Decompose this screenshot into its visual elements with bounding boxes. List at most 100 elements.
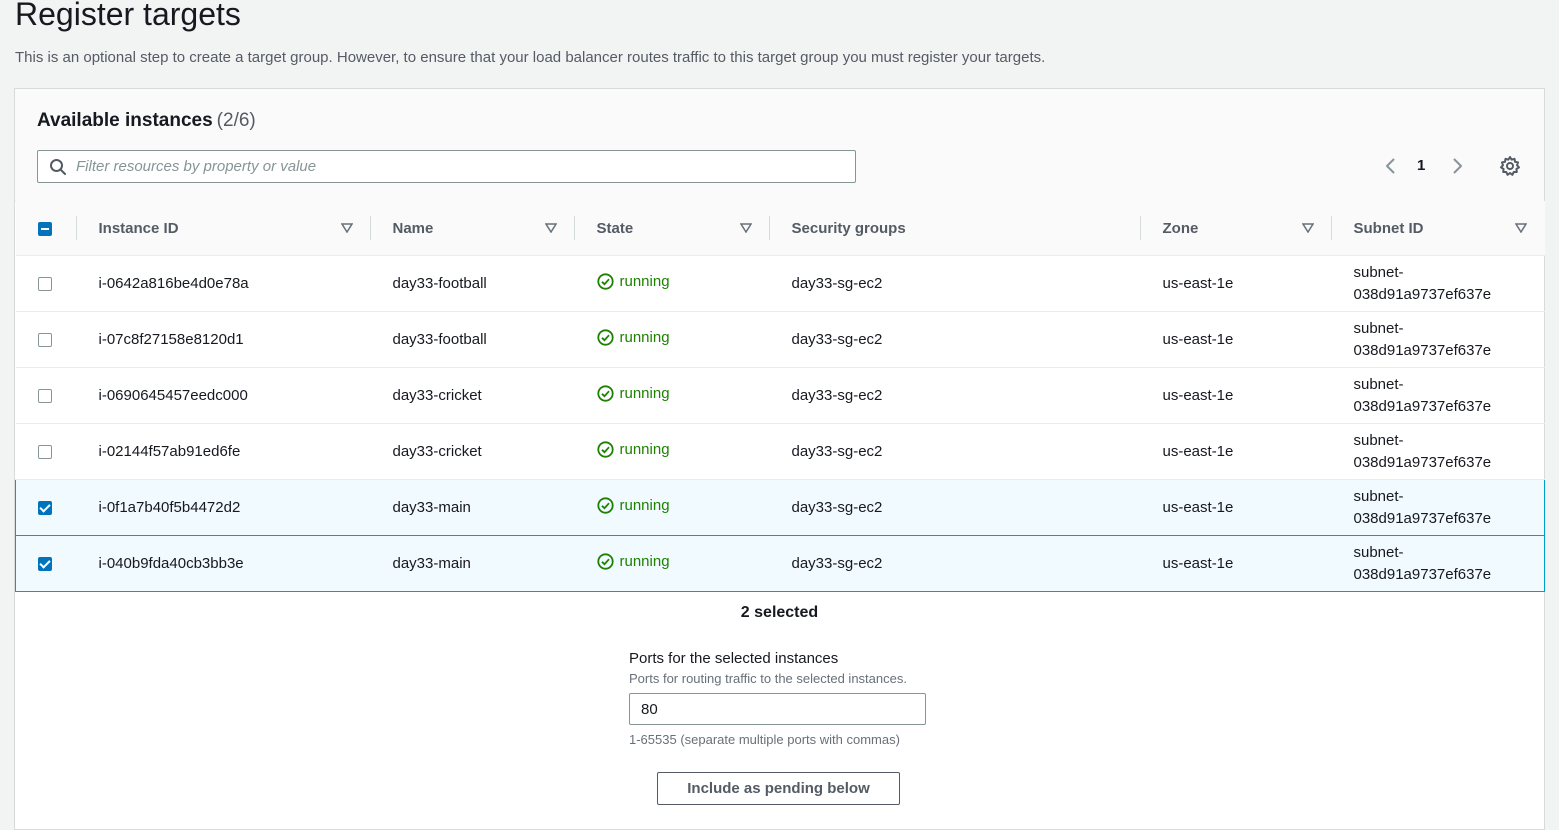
table-row[interactable]: i-0642a816be4d0e78a day33-football runni…	[15, 255, 1545, 312]
status-running: running	[596, 553, 670, 570]
gear-icon[interactable]	[1499, 155, 1521, 177]
instance-id: i-02144f57ab91ed6fe	[98, 443, 241, 460]
chevron-left-icon[interactable]	[1381, 155, 1401, 177]
table-header-row: Instance ID Name State Security groups Z…	[15, 201, 1545, 256]
instance-name: day33-cricket	[392, 443, 482, 460]
instances-table: Instance ID Name State Security groups Z…	[15, 201, 1545, 592]
panel-count: (2/6)	[216, 110, 256, 131]
include-as-pending-button[interactable]: Include as pending below	[657, 772, 900, 805]
column-header-label: Instance ID	[98, 219, 179, 237]
subnet-id-line1: subnet-	[1353, 543, 1404, 561]
column-header-label: Name	[392, 219, 434, 237]
column-header-zone[interactable]: Zone	[1140, 201, 1332, 256]
table-row[interactable]: i-07c8f27158e8120d1 day33-football runni…	[15, 311, 1545, 368]
subnet-id-line2: 038d91a9737ef637e	[1353, 397, 1492, 415]
state-label: running	[619, 497, 670, 514]
subnet-id-line1: subnet-	[1353, 263, 1404, 281]
column-header-state[interactable]: State	[574, 201, 770, 256]
page-number[interactable]: 1	[1417, 157, 1425, 174]
subnet-id: subnet- 038d91a9737ef637e	[1332, 486, 1545, 530]
search-input[interactable]	[76, 151, 846, 182]
column-header-name[interactable]: Name	[370, 201, 575, 256]
column-header-label: Zone	[1162, 219, 1199, 237]
caret-down-icon[interactable]	[1514, 223, 1527, 233]
caret-down-icon[interactable]	[1301, 223, 1314, 233]
state-label: running	[619, 441, 670, 458]
instance-id: i-07c8f27158e8120d1	[98, 331, 244, 348]
instance-name: day33-football	[392, 331, 487, 348]
column-header-label: Subnet ID	[1353, 219, 1424, 237]
chevron-right-icon[interactable]	[1447, 155, 1467, 177]
instance-id: i-040b9fda40cb3bb3e	[98, 555, 244, 572]
subnet-id-line1: subnet-	[1353, 319, 1404, 337]
column-header-label: Security groups	[791, 219, 906, 237]
caret-down-icon[interactable]	[340, 223, 353, 233]
row-checkbox[interactable]	[37, 333, 52, 348]
table-row[interactable]: i-0f1a7b40f5b4472d2 day33-main running d…	[15, 479, 1545, 536]
selected-count: 2 selected	[740, 604, 819, 621]
status-running: running	[596, 497, 670, 514]
ports-constraint: 1-65535 (separate multiple ports with co…	[629, 732, 900, 747]
subnet-id: subnet- 038d91a9737ef637e	[1332, 318, 1545, 362]
subnet-id-line1: subnet-	[1353, 375, 1404, 393]
instance-id: i-0f1a7b40f5b4472d2	[98, 499, 241, 516]
select-all-checkbox[interactable]	[37, 221, 52, 236]
state-label: running	[619, 273, 670, 290]
subnet-id-line2: 038d91a9737ef637e	[1353, 285, 1492, 303]
subnet-id: subnet- 038d91a9737ef637e	[1332, 374, 1545, 418]
state-label: running	[619, 329, 670, 346]
state-label: running	[619, 553, 670, 570]
security-group: day33-sg-ec2	[791, 387, 883, 404]
page-description: This is an optional step to create a tar…	[15, 49, 1046, 66]
subnet-id-line1: subnet-	[1353, 431, 1404, 449]
instance-id: i-0642a816be4d0e78a	[98, 275, 249, 292]
table-row[interactable]: i-040b9fda40cb3bb3e day33-main running d…	[15, 535, 1545, 592]
check-circle-icon	[596, 553, 614, 570]
caret-down-icon[interactable]	[739, 223, 752, 233]
search-box[interactable]	[37, 150, 856, 183]
column-header-subnet-id[interactable]: Subnet ID	[1331, 201, 1545, 256]
instance-name: day33-main	[392, 555, 471, 572]
row-checkbox[interactable]	[38, 501, 52, 516]
instance-name: day33-cricket	[392, 387, 482, 404]
row-checkbox[interactable]	[38, 557, 52, 572]
subnet-id-line1: subnet-	[1353, 487, 1404, 505]
row-checkbox[interactable]	[37, 389, 52, 404]
status-running: running	[596, 385, 670, 402]
search-icon	[50, 159, 66, 175]
subnet-id-line2: 038d91a9737ef637e	[1353, 453, 1492, 471]
subnet-id-line2: 038d91a9737ef637e	[1353, 565, 1492, 583]
table-row[interactable]: i-02144f57ab91ed6fe day33-cricket runnin…	[15, 423, 1545, 480]
status-running: running	[596, 329, 670, 346]
subnet-id: subnet- 038d91a9737ef637e	[1332, 542, 1545, 586]
subnet-id: subnet- 038d91a9737ef637e	[1332, 262, 1545, 306]
column-header-security-groups[interactable]: Security groups	[769, 201, 1141, 256]
column-header-instance-id[interactable]: Instance ID	[76, 201, 371, 256]
instance-id: i-0690645457eedc000	[98, 387, 248, 404]
panel-header: Available instances(2/6) 1	[15, 89, 1544, 202]
subnet-id-line2: 038d91a9737ef637e	[1353, 509, 1492, 527]
zone: us-east-1e	[1162, 555, 1234, 572]
panel-title: Available instances (2/6)	[37, 110, 256, 132]
zone: us-east-1e	[1162, 499, 1234, 516]
ports-label: Ports for the selected instances	[629, 650, 839, 667]
check-circle-icon	[596, 497, 614, 514]
security-group: day33-sg-ec2	[791, 499, 883, 516]
table-row[interactable]: i-0690645457eedc000 day33-cricket runnin…	[15, 367, 1545, 424]
subnet-id-line2: 038d91a9737ef637e	[1353, 341, 1492, 359]
security-group: day33-sg-ec2	[791, 443, 883, 460]
security-group: day33-sg-ec2	[791, 275, 883, 292]
status-running: running	[596, 441, 670, 458]
check-circle-icon	[596, 441, 614, 458]
select-all-header	[15, 201, 77, 256]
zone: us-east-1e	[1162, 331, 1234, 348]
security-group: day33-sg-ec2	[791, 331, 883, 348]
row-checkbox[interactable]	[37, 277, 52, 292]
security-group: day33-sg-ec2	[791, 555, 883, 572]
check-circle-icon	[596, 273, 614, 290]
ports-input[interactable]	[629, 693, 926, 725]
caret-down-icon[interactable]	[544, 223, 557, 233]
column-header-label: State	[596, 219, 634, 237]
row-checkbox[interactable]	[37, 445, 52, 460]
available-instances-panel: Available instances(2/6) 1	[14, 88, 1545, 830]
